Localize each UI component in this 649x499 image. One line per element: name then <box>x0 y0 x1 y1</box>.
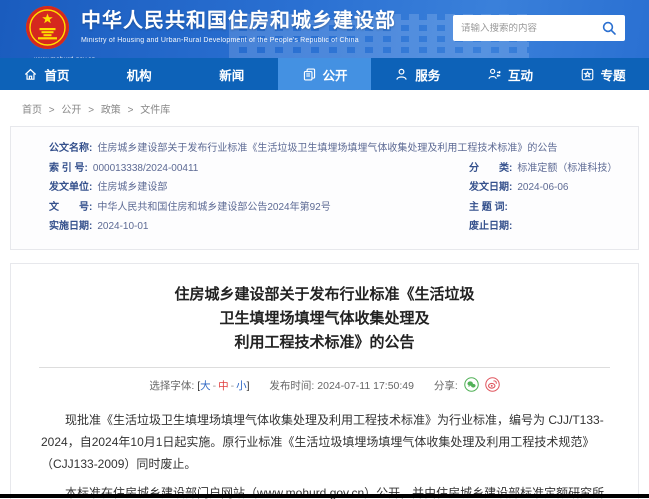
national-emblem-icon: www.mohurd.gov.cn <box>26 6 69 49</box>
share-label: 分享: <box>434 380 458 392</box>
breadcrumb-item-policy[interactable]: 政策 <box>101 105 121 116</box>
article-paragraph-1: 现批准《生活垃圾卫生填埋场填埋气体收集处理及利用工程技术标准》为行业标准，编号为… <box>41 409 608 475</box>
wechat-share-icon[interactable] <box>464 377 479 392</box>
publish-time-label: 发布时间: <box>269 380 314 392</box>
breadcrumb-item-library[interactable]: 文件库 <box>140 105 170 116</box>
nav-item-orgs[interactable]: 机构 <box>93 58 186 90</box>
meta-label-repeal-date: 废止日期: <box>469 217 512 237</box>
meta-value-doc-name: 住房城乡建设部关于发布行业标准《生活垃圾卫生填埋场填埋气体收集处理及利用工程技术… <box>97 139 557 159</box>
meta-label-category: 分 类: <box>469 159 512 179</box>
article-card: 住房城乡建设部关于发布行业标准《生活垃圾 卫生填埋场填埋气体收集处理及 利用工程… <box>10 263 639 499</box>
nav-item-interaction[interactable]: 互动 <box>464 58 557 90</box>
font-size-large-button[interactable]: 大 <box>200 380 211 392</box>
breadcrumb-item-disclosure[interactable]: 公开 <box>61 105 81 116</box>
main-nav: 首页 机构 新闻 公开 服务 <box>0 58 649 90</box>
nav-item-topics[interactable]: 专题 <box>556 58 649 90</box>
meta-label-issue-date: 发文日期: <box>469 178 512 198</box>
site-header: www.mohurd.gov.cn 中华人民共和国住房和城乡建设部 Minist… <box>0 0 649 58</box>
font-size-medium-button[interactable]: 中 <box>218 380 229 392</box>
meta-label-effective-date: 实施日期: <box>49 217 92 237</box>
site-title: 中华人民共和国住房和城乡建设部 <box>81 8 396 34</box>
breadcrumb-item-home[interactable]: 首页 <box>22 105 42 116</box>
meta-value-issuer: 住房城乡建设部 <box>97 178 167 198</box>
breadcrumb: 首页 > 公开 > 政策 > 文件库 <box>0 90 649 125</box>
search-box <box>453 15 625 41</box>
site-title-en: Ministry of Housing and Urban-Rural Deve… <box>81 37 396 44</box>
meta-label-index-no: 索 引 号: <box>49 159 88 179</box>
documents-icon <box>302 67 317 82</box>
page: www.mohurd.gov.cn 中华人民共和国住房和城乡建设部 Minist… <box>0 0 649 499</box>
star-badge-icon <box>580 67 595 82</box>
article-toolbar: 选择字体: [大-中-小] 发布时间: 2024-07-11 17:50:49 … <box>11 377 638 393</box>
site-logo[interactable]: www.mohurd.gov.cn 中华人民共和国住房和城乡建设部 Minist… <box>26 6 396 49</box>
nav-item-services[interactable]: 服务 <box>371 58 464 90</box>
breadcrumb-separator: > <box>49 105 55 116</box>
search-input[interactable] <box>461 23 601 34</box>
bottom-edge-bar <box>0 494 649 498</box>
publish-time-value: 2024-07-11 17:50:49 <box>317 380 414 392</box>
meta-value-doc-no: 中华人民共和国住房和城乡建设部公告2024年第92号 <box>97 198 330 218</box>
meta-label-issuer: 发文单位: <box>49 178 92 198</box>
meta-value-index-no: 000013338/2024-00411 <box>93 159 198 179</box>
meta-value-category: 标准定额（标准科技） <box>517 159 617 179</box>
meta-label-keywords: 主 题 词: <box>469 198 508 218</box>
site-url: www.mohurd.gov.cn <box>34 56 95 58</box>
weibo-share-icon[interactable] <box>485 377 500 392</box>
article-title: 住房城乡建设部关于发布行业标准《生活垃圾 卫生填埋场填埋气体收集处理及 利用工程… <box>11 283 638 355</box>
search-icon[interactable] <box>601 20 617 36</box>
home-icon <box>23 67 38 82</box>
interaction-icon <box>487 67 502 82</box>
meta-label-doc-name: 公文名称: <box>49 139 92 159</box>
font-selector-label: 选择字体: <box>149 380 194 392</box>
article-body: 现批准《生活垃圾卫生填埋场填埋气体收集处理及利用工程技术标准》为行业标准，编号为… <box>11 409 638 499</box>
font-size-small-button[interactable]: 小 <box>236 380 247 392</box>
meta-value-effective-date: 2024-10-01 <box>97 217 148 237</box>
nav-item-home[interactable]: 首页 <box>0 58 93 90</box>
nav-item-news[interactable]: 新闻 <box>185 58 278 90</box>
person-icon <box>394 67 409 82</box>
meta-label-doc-no: 文 号: <box>49 198 92 218</box>
nav-item-disclosure[interactable]: 公开 <box>278 58 371 90</box>
breadcrumb-separator: > <box>128 105 134 116</box>
breadcrumb-separator: > <box>88 105 94 116</box>
document-meta-card: 公文名称: 住房城乡建设部关于发布行业标准《生活垃圾卫生填埋场填埋气体收集处理及… <box>10 126 639 250</box>
meta-value-issue-date: 2024-06-06 <box>517 178 568 198</box>
title-divider <box>39 367 610 368</box>
